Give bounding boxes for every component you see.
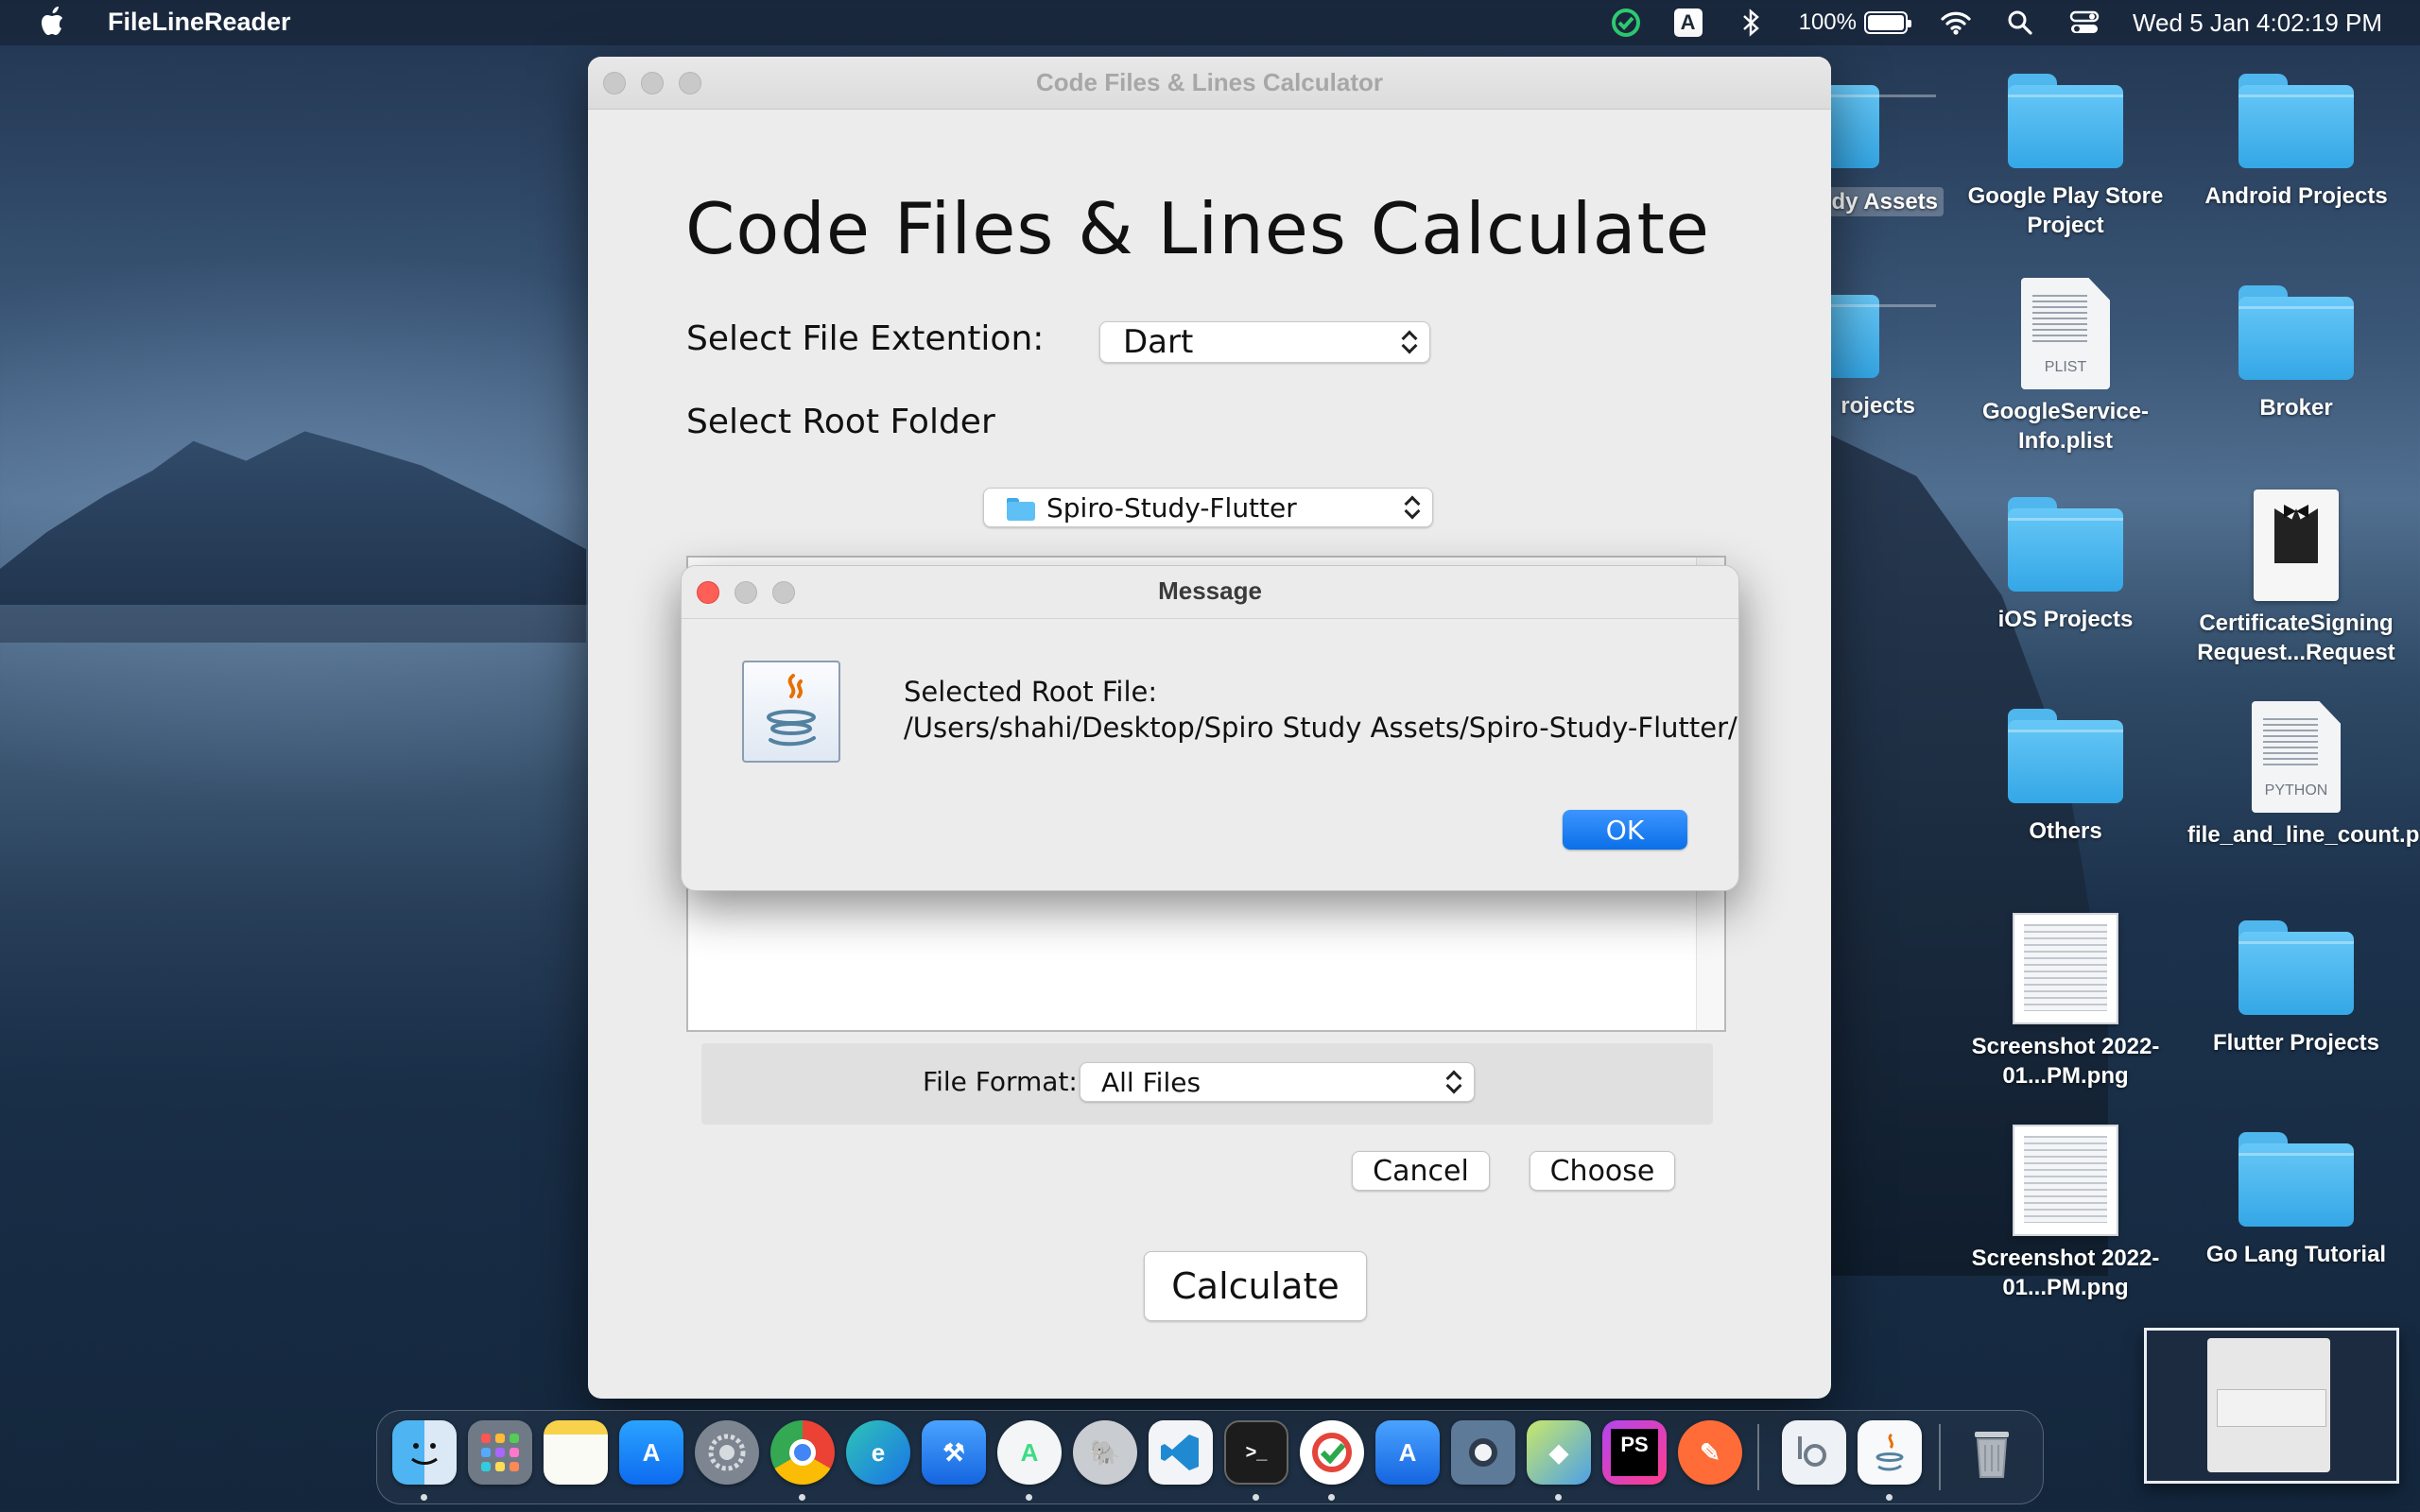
cubes-app-icon[interactable]: ◆ xyxy=(1527,1420,1591,1485)
bluetooth-icon[interactable] xyxy=(1735,7,1767,39)
ticktick-status-icon[interactable] xyxy=(1610,7,1642,39)
plist-document-icon: PLIST xyxy=(2021,278,2110,389)
ok-button[interactable]: OK xyxy=(1563,810,1687,850)
ticktick-icon[interactable] xyxy=(1300,1420,1364,1485)
control-center-icon[interactable] xyxy=(2068,7,2100,39)
file-extension-label: Select File Extention: xyxy=(686,319,1045,358)
dock: A e ⚒ A 🐘 >_ A ◆ PS ✎ xyxy=(376,1410,2044,1504)
desktop-file-certificate-signing-request[interactable]: CertificateSigning Request...Request xyxy=(2187,490,2405,667)
dialog-message: Selected Root File: /Users/shahi/Desktop… xyxy=(904,674,1739,746)
cancel-button[interactable]: Cancel xyxy=(1352,1151,1490,1191)
launchpad-icon[interactable] xyxy=(468,1420,532,1485)
vscode-icon[interactable] xyxy=(1149,1420,1213,1485)
postman-icon[interactable]: ✎ xyxy=(1678,1420,1742,1485)
desktop-folder-others[interactable]: Others xyxy=(1957,709,2174,846)
folder-icon xyxy=(2238,74,2354,168)
folder-icon xyxy=(1007,498,1035,521)
desktop-folder-flutter-projects[interactable]: Flutter Projects xyxy=(2187,920,2405,1057)
desktop-folder-broker[interactable]: Broker xyxy=(2187,285,2405,422)
battery-status[interactable]: 100% xyxy=(1798,9,1911,36)
desktop-folder-android-projects[interactable]: Android Projects xyxy=(2187,74,2405,211)
java-icon xyxy=(742,661,840,763)
folder-icon xyxy=(2008,74,2123,168)
trash-icon[interactable] xyxy=(1960,1420,2024,1485)
folder-icon xyxy=(2238,285,2354,380)
screenshot-preview-thumbnail[interactable] xyxy=(2144,1328,2399,1484)
menu-bar: FileLineReader A 100% Wed 5 Jan 4:02:19 … xyxy=(0,0,2420,45)
chrome-icon[interactable] xyxy=(770,1420,835,1485)
android-studio-icon[interactable]: A xyxy=(997,1420,1062,1485)
dialog-message-path: /Users/shahi/Desktop/Spiro Study Assets/… xyxy=(904,712,1739,744)
screenshot-thumbnail xyxy=(2013,913,2118,1024)
folder-icon xyxy=(2008,709,2123,803)
file-format-value: All Files xyxy=(1101,1066,1201,1098)
desktop-folder-ios-projects[interactable]: iOS Projects xyxy=(1957,497,2174,634)
folder-icon xyxy=(2238,920,2354,1015)
java-dock-icon[interactable] xyxy=(1858,1420,1922,1485)
calculate-button[interactable]: Calculate xyxy=(1144,1251,1367,1321)
system-preferences-icon[interactable] xyxy=(695,1420,759,1485)
file-format-select[interactable]: All Files xyxy=(1080,1062,1475,1102)
dialog-message-line-1: Selected Root File: xyxy=(904,676,1158,708)
certificate-icon xyxy=(2254,490,2339,601)
window-title: Code Files & Lines Calculator xyxy=(1036,68,1383,96)
notes-icon[interactable] xyxy=(544,1420,608,1485)
message-dialog: Message Selected Root File: /Users/shahi… xyxy=(681,565,1739,891)
wifi-icon[interactable] xyxy=(1940,7,1972,39)
terminal-icon[interactable]: >_ xyxy=(1224,1420,1288,1485)
select-arrows-icon xyxy=(1401,328,1418,356)
battery-percentage: 100% xyxy=(1798,9,1857,35)
python-document-icon: PYTHON xyxy=(2252,701,2341,813)
desktop-file-screenshot-2[interactable]: Screenshot 2022-01...PM.png xyxy=(1957,1125,2174,1302)
file-extension-value: Dart xyxy=(1123,323,1194,361)
desktop-folder-go-lang-tutorial[interactable]: Go Lang Tutorial xyxy=(2187,1132,2405,1269)
desktop-file-googleservice-plist[interactable]: PLIST GoogleService-Info.plist xyxy=(1957,278,2174,455)
dialog-titlebar[interactable]: Message xyxy=(682,566,1738,619)
phpstorm-icon[interactable]: PS xyxy=(1602,1420,1667,1485)
spotlight-search-icon[interactable] xyxy=(2004,7,2036,39)
folder-icon xyxy=(2008,497,2123,592)
xcode-icon[interactable]: ⚒ xyxy=(922,1420,986,1485)
file-format-label: File Format: xyxy=(923,1066,1078,1097)
preview-icon[interactable] xyxy=(1782,1420,1846,1485)
input-source-indicator[interactable]: A xyxy=(1673,9,1703,37)
menu-clock[interactable]: Wed 5 Jan 4:02:19 PM xyxy=(2133,9,2382,38)
active-app-name[interactable]: FileLineReader xyxy=(108,8,291,37)
screenshot-thumbnail xyxy=(2013,1125,2118,1236)
select-arrows-icon xyxy=(1445,1068,1462,1096)
file-format-bar: File Format: All Files xyxy=(701,1043,1713,1125)
folder-path-value: Spiro-Study-Flutter xyxy=(1046,491,1297,524)
file-extension-select[interactable]: Dart xyxy=(1099,321,1430,363)
root-folder-label: Select Root Folder xyxy=(686,403,995,441)
folder-path-select[interactable]: Spiro-Study-Flutter xyxy=(983,488,1433,527)
folder-icon xyxy=(2238,1132,2354,1227)
sequel-icon[interactable] xyxy=(1451,1420,1515,1485)
finder-icon[interactable] xyxy=(392,1420,457,1485)
desktop-folder-google-play-store[interactable]: Google Play Store Project xyxy=(1957,74,2174,240)
menu-extras: A 100% Wed 5 Jan 4:02:19 PM xyxy=(1610,0,2382,45)
edge-icon[interactable]: e xyxy=(846,1420,910,1485)
choose-button[interactable]: Choose xyxy=(1530,1151,1675,1191)
desktop-file-python-script[interactable]: PYTHON file_and_line_count.py xyxy=(2187,701,2420,850)
page-title: Code Files & Lines Calculate xyxy=(685,187,1711,270)
window-titlebar[interactable]: Code Files & Lines Calculator xyxy=(588,57,1831,110)
tableplus-icon[interactable]: 🐘 xyxy=(1073,1420,1137,1485)
app-store-icon[interactable]: A xyxy=(619,1420,683,1485)
desktop-file-screenshot-1[interactable]: Screenshot 2022-01...PM.png xyxy=(1957,913,2174,1091)
select-arrows-icon xyxy=(1404,493,1421,522)
battery-icon xyxy=(1863,11,1911,34)
dialog-title: Message xyxy=(1158,576,1262,605)
apple-menu-icon[interactable] xyxy=(38,6,70,40)
simulator-icon[interactable]: A xyxy=(1375,1420,1440,1485)
